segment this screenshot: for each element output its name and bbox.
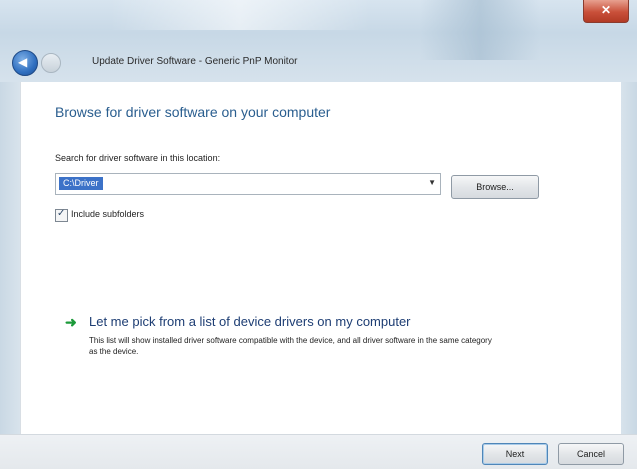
glass-highlight [110,0,370,30]
location-value[interactable]: C:\Driver [59,177,103,190]
pick-from-list-description: This list will show installed driver sof… [89,336,492,356]
title-bar: Update Driver Software - Generic PnP Mon… [0,0,637,82]
next-button[interactable]: Next [482,443,548,465]
wizard-footer: Next Cancel [0,434,637,469]
green-arrow-icon[interactable]: ➜ [65,314,77,331]
close-icon[interactable] [583,0,629,23]
include-subfolders-checkbox[interactable] [55,208,68,222]
back-arrow-icon[interactable] [12,50,38,76]
pick-from-list-link[interactable]: Let me pick from a list of device driver… [89,314,411,329]
window-title: Update Driver Software - Generic PnP Mon… [92,56,298,67]
glass-highlight [420,0,540,60]
forward-icon [41,53,61,73]
chevron-down-icon[interactable]: ▼ [428,178,436,187]
page-heading: Browse for driver software on your compu… [55,104,331,120]
cancel-button[interactable]: Cancel [558,443,624,465]
location-combobox[interactable]: C:\Driver ▼ [55,173,441,195]
window-frame-left [0,82,20,434]
wizard-content: Browse for driver software on your compu… [20,82,621,434]
window-frame-right [620,82,637,434]
update-driver-window: Update Driver Software - Generic PnP Mon… [0,0,637,469]
search-location-label: Search for driver software in this locat… [55,153,221,163]
include-subfolders-label[interactable]: Include subfolders [71,209,144,219]
browse-button[interactable]: Browse... [451,175,539,199]
